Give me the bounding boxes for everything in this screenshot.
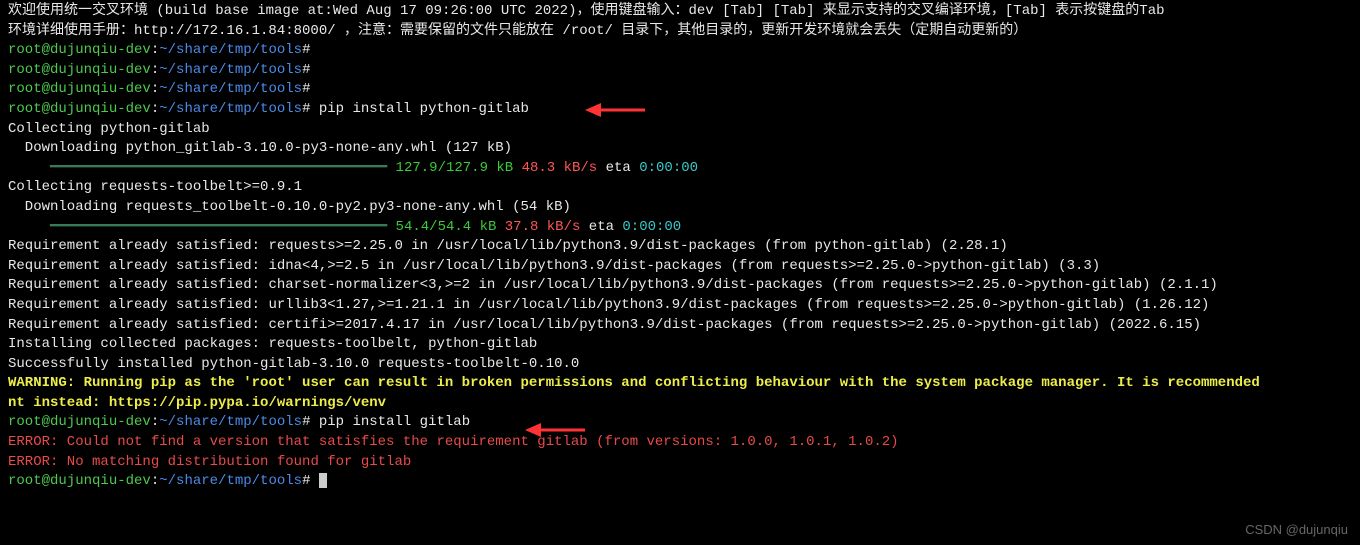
prompt-hash: # <box>302 473 310 489</box>
output-req-3: Requirement already satisfied: charset-n… <box>8 276 1352 296</box>
prompt-colon: : <box>151 81 159 97</box>
progress-bar-2: ━━━━━━━━━━━━━━━━━━━━━━━━━━━━━━━━━━━━━━━━ <box>8 218 387 238</box>
command-input-1: pip install python-gitlab <box>310 101 528 117</box>
prompt-path: ~/share/tmp/tools <box>159 473 302 489</box>
prompt-user-host: root@dujunqiu-dev <box>8 62 151 78</box>
prompt-colon: : <box>151 473 159 489</box>
prompt-hash: # <box>302 42 310 58</box>
prompt-hash: # <box>302 81 310 97</box>
prompt-user-host: root@dujunqiu-dev <box>8 81 151 97</box>
output-warning-2: nt instead: https://pip.pypa.io/warnings… <box>8 394 1352 414</box>
output-error-1: ERROR: Could not find a version that sat… <box>8 433 1352 453</box>
prompt-user-host: root@dujunqiu-dev <box>8 42 151 58</box>
output-progress-1: ━━━━━━━━━━━━━━━━━━━━━━━━━━━━━━━━━━━━━━━━… <box>8 159 1352 179</box>
prompt-line-empty-3: root@dujunqiu-dev:~/share/tmp/tools# <box>8 80 1352 100</box>
output-req-5: Requirement already satisfied: certifi>=… <box>8 316 1352 336</box>
command-input-2: pip install gitlab <box>310 414 470 430</box>
output-progress-2: ━━━━━━━━━━━━━━━━━━━━━━━━━━━━━━━━━━━━━━━━… <box>8 218 1352 238</box>
progress-eta-1: 0:00:00 <box>631 160 698 176</box>
progress-bar-1: ━━━━━━━━━━━━━━━━━━━━━━━━━━━━━━━━━━━━━━━━ <box>8 159 387 179</box>
progress-size-1: 127.9/127.9 kB <box>387 160 513 176</box>
prompt-colon: : <box>151 101 159 117</box>
output-req-2: Requirement already satisfied: idna<4,>=… <box>8 257 1352 277</box>
progress-size-2: 54.4/54.4 kB <box>387 219 496 235</box>
output-downloading-2: Downloading requests_toolbelt-0.10.0-py2… <box>8 198 1352 218</box>
progress-speed-1: 48.3 kB/s <box>513 160 597 176</box>
prompt-colon: : <box>151 42 159 58</box>
prompt-path: ~/share/tmp/tools <box>159 62 302 78</box>
watermark-text: CSDN @dujunqiu <box>1245 521 1348 539</box>
output-req-4: Requirement already satisfied: urllib3<1… <box>8 296 1352 316</box>
output-warning-1: WARNING: Running pip as the 'root' user … <box>8 374 1352 394</box>
prompt-user-host: root@dujunqiu-dev <box>8 414 151 430</box>
prompt-line-cmd1[interactable]: root@dujunqiu-dev:~/share/tmp/tools# pip… <box>8 100 1352 120</box>
prompt-user-host: root@dujunqiu-dev <box>8 473 151 489</box>
output-installing: Installing collected packages: requests-… <box>8 335 1352 355</box>
prompt-colon: : <box>151 414 159 430</box>
prompt-line-cmd2[interactable]: root@dujunqiu-dev:~/share/tmp/tools# pip… <box>8 413 1352 433</box>
progress-eta-label-2: eta <box>580 219 614 235</box>
output-success: Successfully installed python-gitlab-3.1… <box>8 355 1352 375</box>
prompt-path: ~/share/tmp/tools <box>159 81 302 97</box>
prompt-colon: : <box>151 62 159 78</box>
output-downloading-1: Downloading python_gitlab-3.10.0-py3-non… <box>8 139 1352 159</box>
prompt-line-empty-1: root@dujunqiu-dev:~/share/tmp/tools# <box>8 41 1352 61</box>
prompt-path: ~/share/tmp/tools <box>159 414 302 430</box>
header-line-1: 欢迎使用统一交叉环境 (build base image at:Wed Aug … <box>8 2 1352 22</box>
prompt-line-empty-2: root@dujunqiu-dev:~/share/tmp/tools# <box>8 61 1352 81</box>
progress-eta-2: 0:00:00 <box>614 219 681 235</box>
progress-eta-label-1: eta <box>597 160 631 176</box>
output-collecting-2: Collecting requests-toolbelt>=0.9.1 <box>8 178 1352 198</box>
output-error-2: ERROR: No matching distribution found fo… <box>8 453 1352 473</box>
header-line-2: 环境详细使用手册：http://172.16.1.84:8000/ ，注意：需要… <box>8 22 1352 42</box>
prompt-path: ~/share/tmp/tools <box>159 101 302 117</box>
prompt-path: ~/share/tmp/tools <box>159 42 302 58</box>
progress-speed-2: 37.8 kB/s <box>496 219 580 235</box>
prompt-user-host: root@dujunqiu-dev <box>8 101 151 117</box>
terminal-cursor <box>319 473 327 488</box>
output-collecting-1: Collecting python-gitlab <box>8 120 1352 140</box>
output-req-1: Requirement already satisfied: requests>… <box>8 237 1352 257</box>
prompt-hash: # <box>302 62 310 78</box>
prompt-line-current[interactable]: root@dujunqiu-dev:~/share/tmp/tools# <box>8 472 1352 492</box>
